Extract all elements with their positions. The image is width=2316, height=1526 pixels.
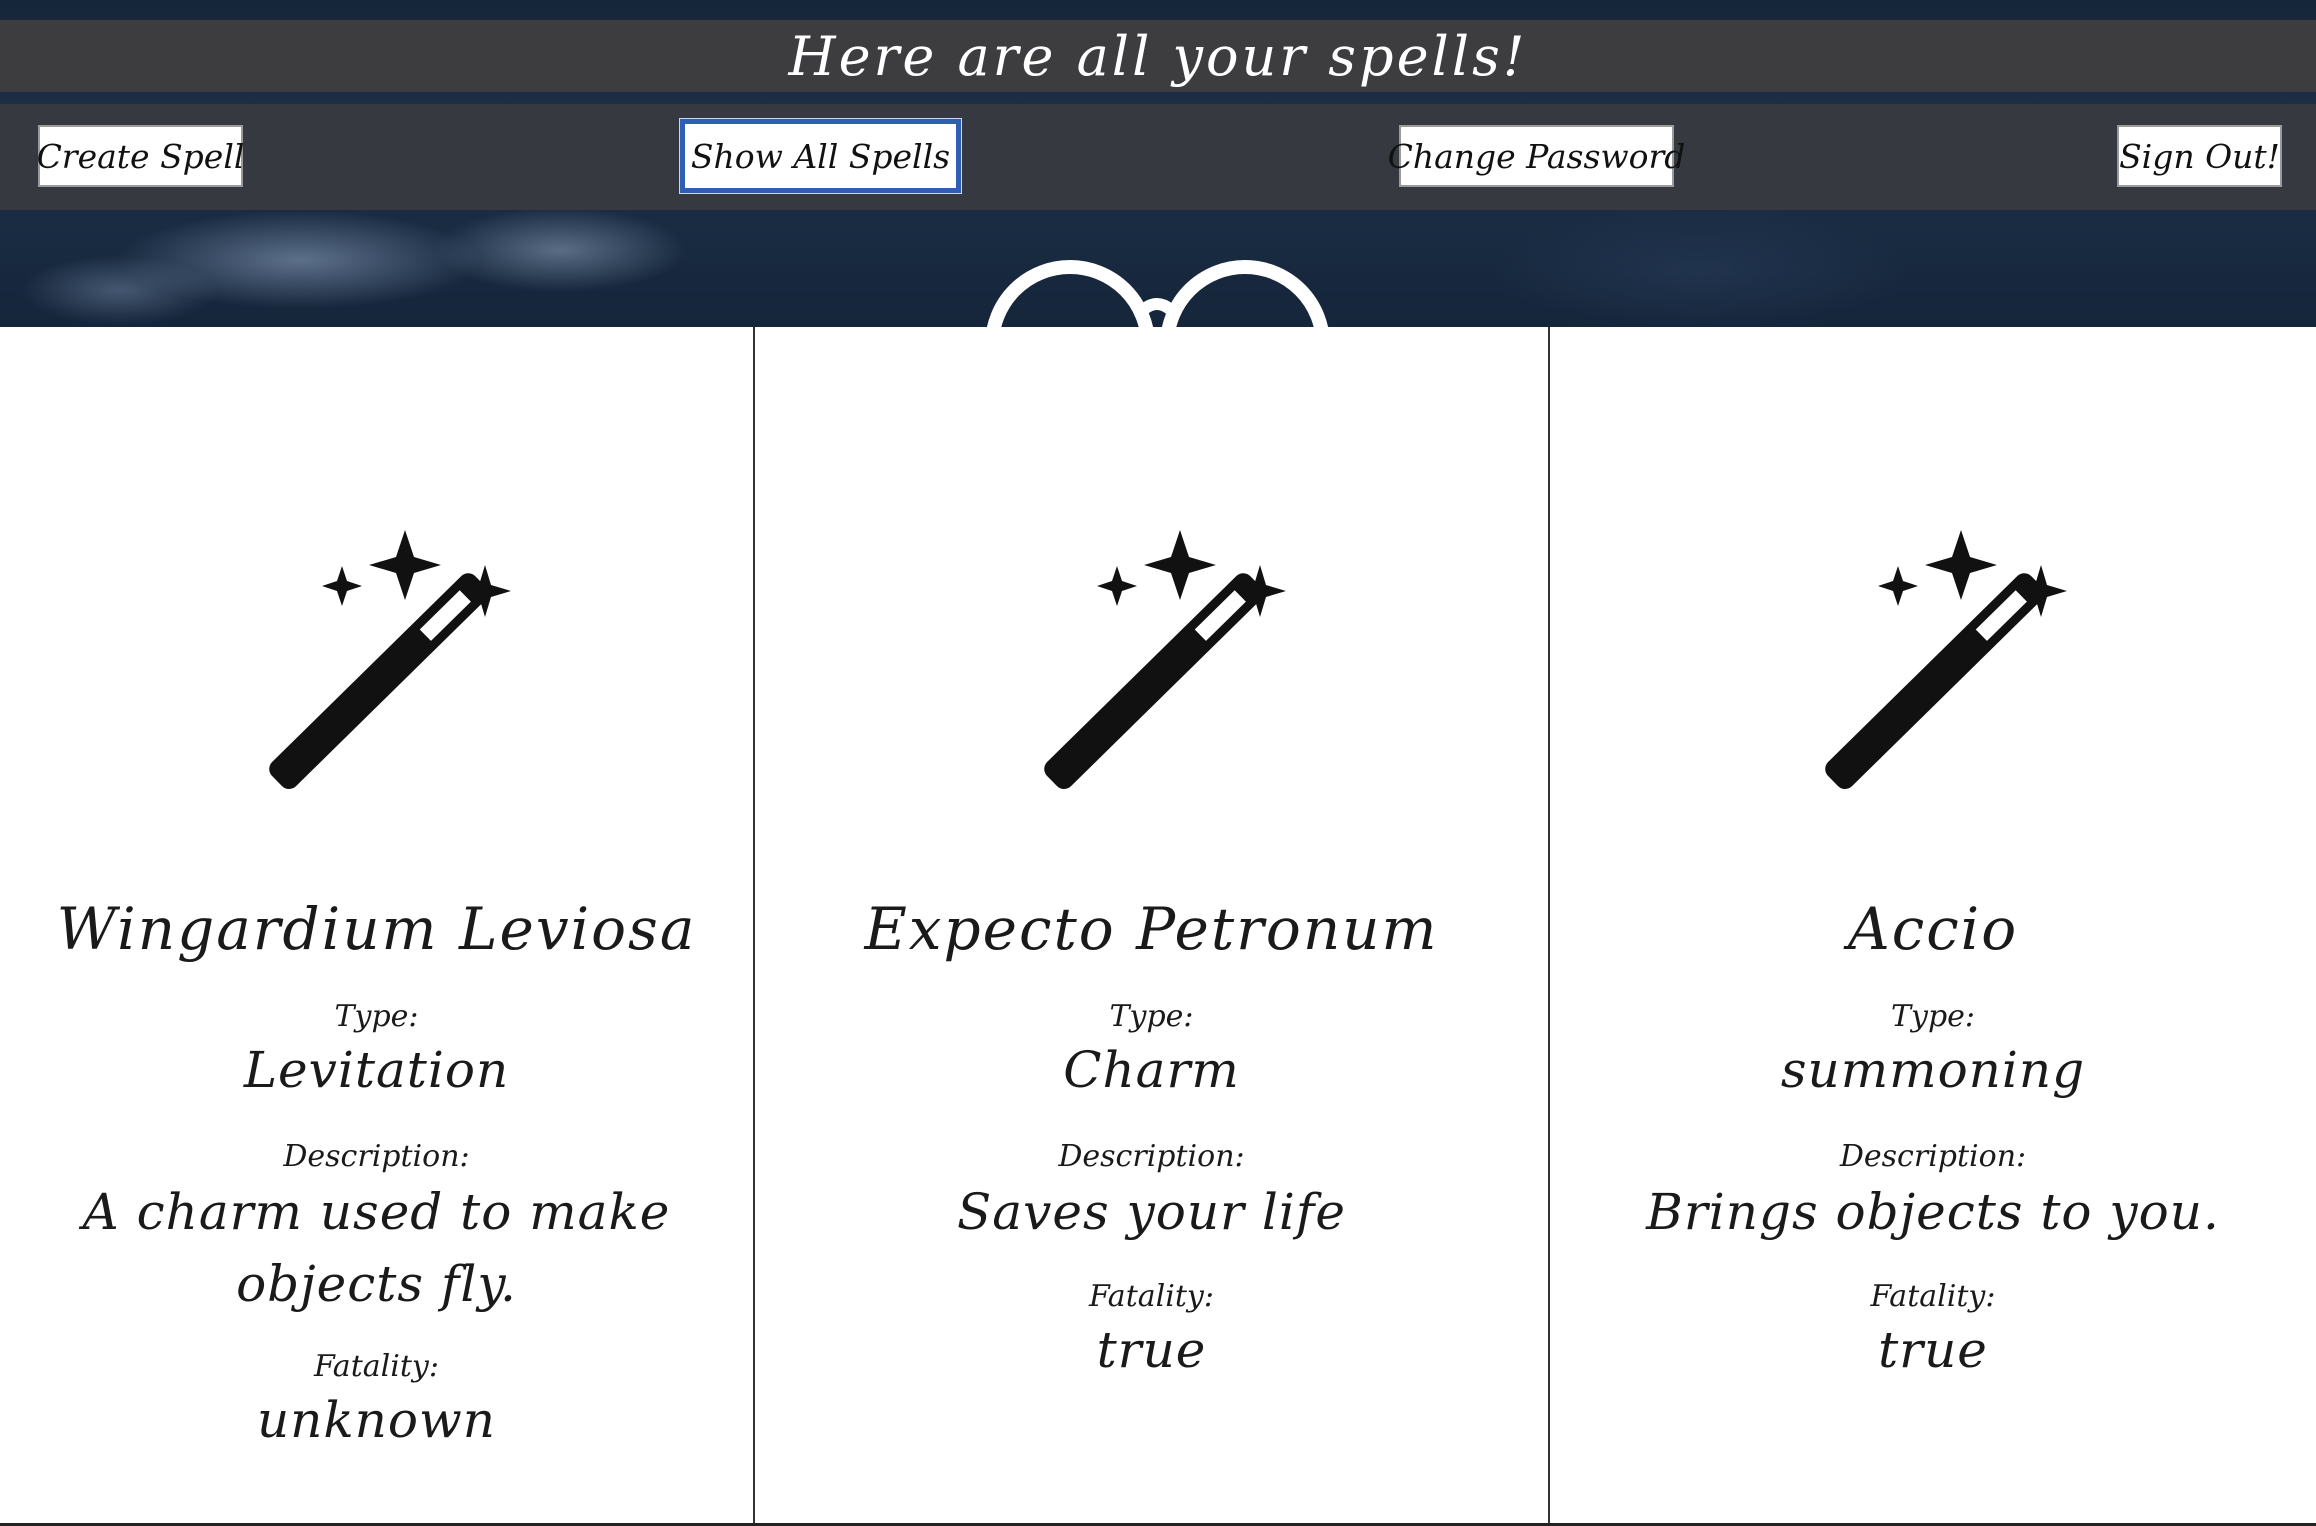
fatality-label: Fatality: — [1089, 1279, 1214, 1314]
sign-out-button[interactable]: Sign Out! — [2117, 125, 2282, 187]
page-title: Here are all your spells! — [788, 24, 1528, 88]
spell-card: Wingardium Leviosa Type: Levitation Desc… — [0, 327, 753, 1523]
spell-type: summoning — [1780, 1041, 2086, 1099]
description-label: Description: — [283, 1139, 470, 1174]
nav-bar: Create Spell Show All Spells Change Pass… — [0, 104, 2316, 210]
spell-description: A charm used to make objects fly. — [82, 1183, 671, 1313]
spell-name: Expecto Petronum — [864, 895, 1439, 963]
spell-description: Saves your life — [957, 1183, 1346, 1241]
spell-fatality: unknown — [256, 1391, 496, 1449]
spell-type: Charm — [1063, 1041, 1240, 1099]
spell-fatality: true — [1878, 1321, 1988, 1379]
magic-wand-icon — [1825, 530, 2067, 789]
spell-type: Levitation — [243, 1041, 510, 1099]
description-label: Description: — [1058, 1139, 1245, 1174]
fatality-label: Fatality: — [314, 1349, 439, 1384]
spell-fatality: true — [1096, 1321, 1207, 1379]
type-label: Type: — [1890, 999, 1976, 1034]
description-label: Description: — [1839, 1139, 2027, 1174]
spell-card-list: Wingardium Leviosa Type: Levitation Desc… — [0, 327, 2316, 1526]
type-label: Type: — [1109, 999, 1194, 1034]
show-all-spells-button[interactable]: Show All Spells — [680, 119, 961, 193]
spell-card: Accio Type: summoning Description: Bring… — [1548, 327, 2316, 1523]
create-spell-button[interactable]: Create Spell — [37, 125, 244, 187]
type-label: Type: — [334, 999, 419, 1034]
spell-name: Wingardium Leviosa — [56, 895, 697, 963]
fatality-label: Fatality: — [1870, 1279, 1996, 1314]
spell-card: Expecto Petronum Type: Charm Description… — [753, 327, 1548, 1523]
magic-wand-icon — [268, 530, 511, 789]
spell-description: Brings objects to you. — [1646, 1183, 2220, 1241]
spell-name: Accio — [1847, 895, 2019, 963]
change-password-button[interactable]: Change Password — [1388, 125, 1685, 187]
round-glasses-icon — [986, 260, 1329, 327]
magic-wand-icon — [1043, 530, 1286, 789]
title-bar: Here are all your spells! — [0, 20, 2316, 92]
